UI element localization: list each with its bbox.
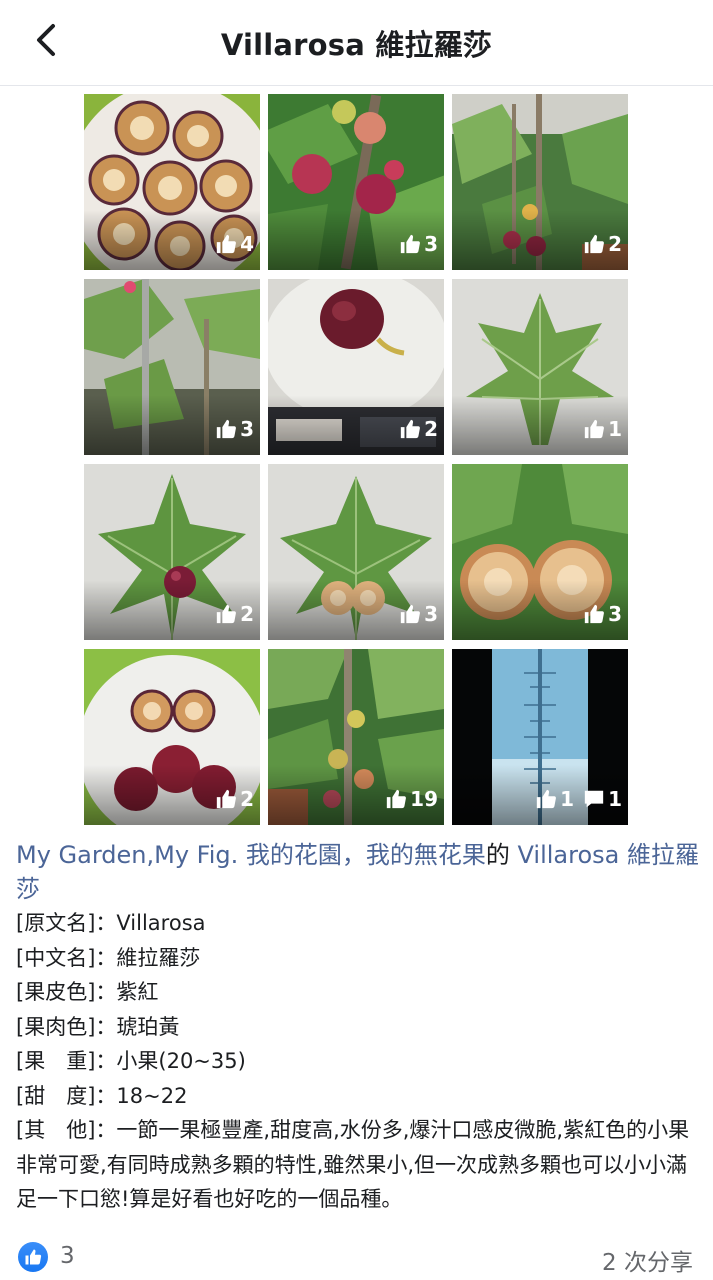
tile-stats: 3 <box>215 417 254 441</box>
tile-stats: 3 <box>399 232 438 256</box>
thumbs-up-icon <box>216 789 237 809</box>
tile-stats: 3 <box>399 602 438 626</box>
thumbs-up-icon <box>400 604 421 624</box>
detail-other: [其 他]：一節一果極豐產,甜度高,水份多,爆汁口感皮微脆,紫紅色的小果非常可愛… <box>16 1113 701 1217</box>
like-reaction-button[interactable] <box>18 1242 48 1272</box>
post-footer: 3 2 次分享 <box>0 1234 713 1280</box>
detail-row: [甜 度]： 18~22 <box>16 1079 701 1114</box>
tile-stats: 2 <box>215 602 254 626</box>
tile-stats: 19 <box>385 787 438 811</box>
photo-tile[interactable]: 3 <box>452 464 628 640</box>
photo-tile[interactable]: 2 <box>84 649 260 825</box>
tile-stats: 3 <box>583 602 622 626</box>
thumbs-up-icon <box>584 419 605 439</box>
thumbs-up-icon <box>400 234 421 254</box>
detail-label: [果 重]： <box>16 1049 117 1073</box>
photo-tile[interactable]: 3 <box>268 94 444 270</box>
thumbs-up-icon <box>216 604 237 624</box>
thumbs-up-icon <box>216 234 237 254</box>
detail-label: [甜 度]： <box>16 1083 117 1108</box>
photo-grid: 4 3 2 3 2 1 2 3 3 2 19 1 1 <box>84 94 629 825</box>
detail-value: 小果(20~35) <box>116 1049 246 1073</box>
thumbs-up-icon <box>25 1249 42 1265</box>
tile-stats: 1 1 <box>535 787 622 811</box>
detail-label: [果肉色]： <box>16 1014 117 1039</box>
detail-value: 18~22 <box>116 1083 188 1108</box>
photo-tile[interactable]: 2 <box>84 464 260 640</box>
post-caption: My Garden,My Fig. 我的花園，我的無花果的 Villarosa … <box>16 838 701 906</box>
photo-tile[interactable]: 19 <box>268 649 444 825</box>
detail-row: [果肉色]： 琥珀黃 <box>16 1010 701 1045</box>
comment-icon <box>584 790 604 808</box>
tile-stats: 2 <box>215 787 254 811</box>
photo-tile[interactable]: 3 <box>84 279 260 455</box>
like-count[interactable]: 3 <box>60 1243 75 1269</box>
variety-details: [原文名]： Villarosa [中文名]： 維拉羅莎 [果皮色]： 紫紅 [果肉色… <box>16 906 701 1217</box>
detail-value: 琥珀黃 <box>116 1014 180 1039</box>
tile-stats: 2 <box>399 417 438 441</box>
thumbs-up-icon <box>400 419 421 439</box>
detail-value: Villarosa <box>116 911 206 935</box>
photo-tile[interactable]: 2 <box>452 94 628 270</box>
detail-label: [果皮色]： <box>16 980 117 1004</box>
thumbs-up-icon <box>584 234 605 254</box>
tile-stats: 4 <box>215 232 254 256</box>
detail-label: [中文名]： <box>16 945 117 970</box>
photo-tile[interactable]: 1 1 <box>452 649 628 825</box>
detail-row: [果 重]： 小果(20~35) <box>16 1044 701 1079</box>
detail-row: [果皮色]： 紫紅 <box>16 975 701 1010</box>
tile-stats: 2 <box>583 232 622 256</box>
thumbs-up-icon <box>386 789 407 809</box>
photo-tile[interactable]: 4 <box>84 94 260 270</box>
photo-tile[interactable]: 2 <box>268 279 444 455</box>
thumbs-up-icon <box>536 789 557 809</box>
detail-other-label: [其 他]： <box>16 1118 117 1142</box>
photo-tile[interactable]: 3 <box>268 464 444 640</box>
top-nav-bar: Villarosa 維拉羅莎 <box>0 0 713 86</box>
detail-label: [原文名]： <box>16 911 117 935</box>
album-link[interactable]: My Garden,My Fig. 我的花園，我的無花果 <box>16 841 486 869</box>
detail-other-value: 一節一果極豐產,甜度高,水份多,爆汁口感皮微脆,紫紅色的小果非常可愛,有同時成熟… <box>16 1118 690 1211</box>
detail-row: [中文名]： 維拉羅莎 <box>16 941 701 976</box>
caption-connector: 的 <box>485 841 518 869</box>
photo-tile[interactable]: 1 <box>452 279 628 455</box>
detail-value: 紫紅 <box>116 980 159 1004</box>
thumbs-up-icon <box>216 419 237 439</box>
detail-row: [原文名]： Villarosa <box>16 906 701 941</box>
share-count[interactable]: 2 次分享 <box>602 1243 693 1277</box>
thumbs-up-icon <box>584 604 605 624</box>
page-title: Villarosa 維拉羅莎 <box>220 28 493 62</box>
detail-value: 維拉羅莎 <box>116 945 201 970</box>
tile-stats: 1 <box>583 417 622 441</box>
